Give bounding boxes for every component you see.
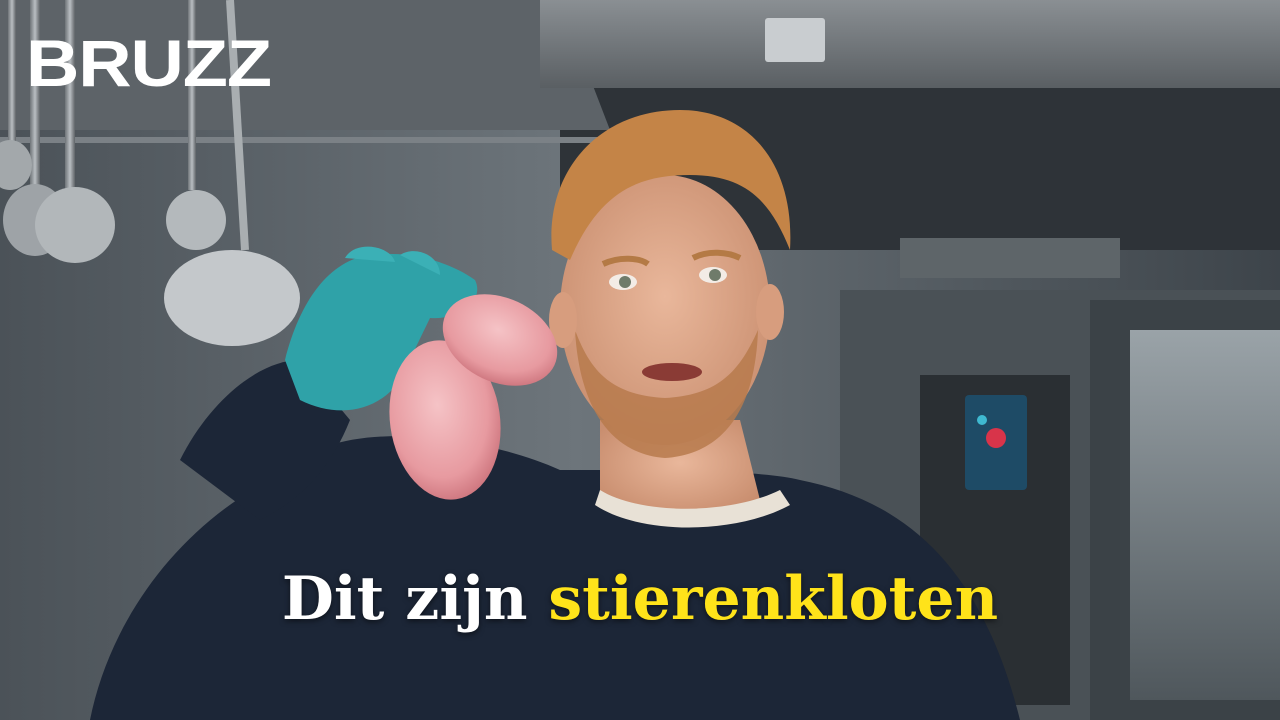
subtitle-caption: Dit zijn stierenkloten [0, 566, 1280, 632]
caption-part-white: Dit zijn [281, 564, 528, 634]
bruzz-logo: BRUZZ [26, 26, 272, 100]
caption-part-highlight: stierenkloten [548, 564, 999, 634]
